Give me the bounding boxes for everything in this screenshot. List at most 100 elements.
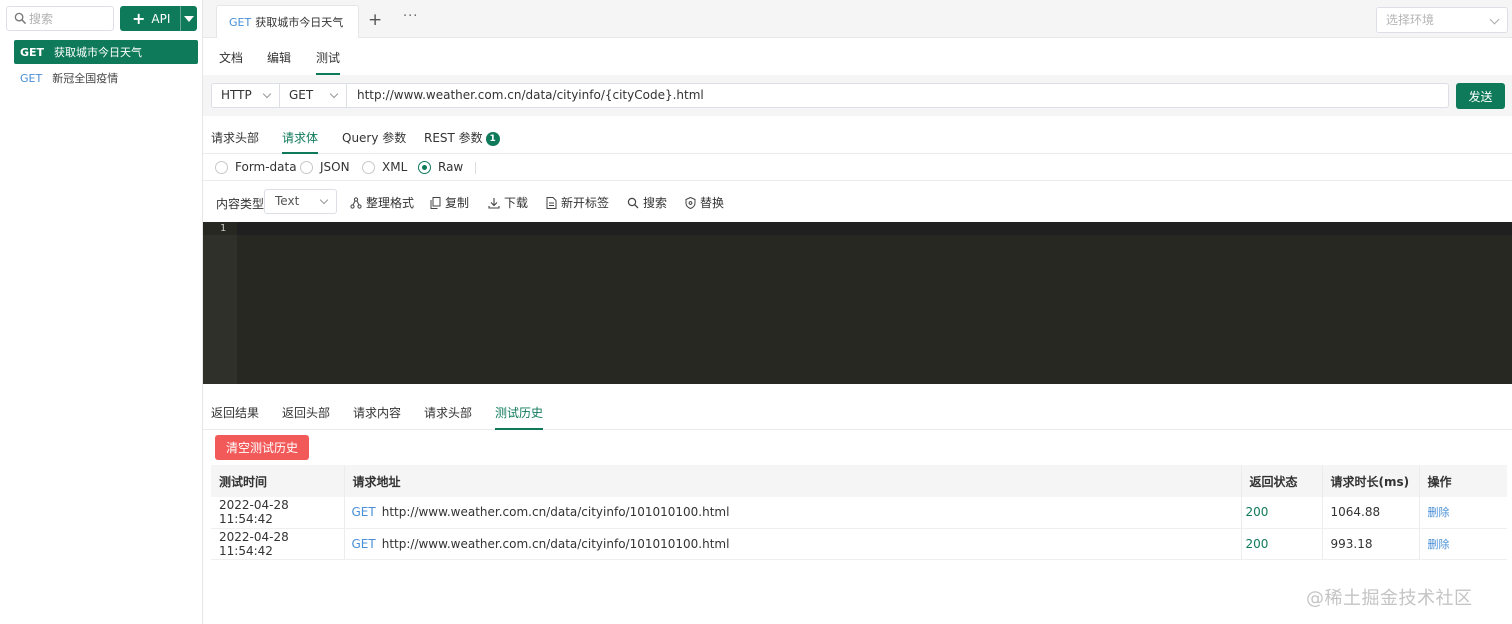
radio-xml[interactable]: XML xyxy=(362,160,407,174)
protocol-value: HTTP xyxy=(221,88,252,102)
method-label: GET xyxy=(229,15,252,29)
radio-circle xyxy=(362,160,375,174)
cell-url: GET http://www.weather.com.cn/data/cityin… xyxy=(344,528,1242,560)
url-text: http://www.weather.com.cn/data/cityinfo/… xyxy=(381,536,730,551)
copy-icon xyxy=(430,196,441,209)
cell-time: 2022-04-28 11:54:42 xyxy=(211,497,345,529)
format-label: 整理格式 xyxy=(366,196,415,210)
table-row[interactable]: 2022-04-28 11:54:42 GET http://www.weathe… xyxy=(211,497,1507,529)
sidebar-item-covid[interactable]: GET 新冠全国疫情 xyxy=(14,66,198,90)
tab-edit[interactable]: 编辑 xyxy=(267,49,291,75)
download-button[interactable]: 下载 xyxy=(488,194,528,211)
sidebar: + API GET 获取城市今日天气 GET 新冠全国疫情 xyxy=(0,0,203,624)
tab-request-body[interactable]: 请求体 xyxy=(282,129,319,154)
history-table: 测试时间 请求地址 返回状态 请求时长(ms) 操作 2022-04-28 11… xyxy=(211,465,1507,560)
radio-circle-selected xyxy=(418,160,431,174)
column-header-url: 请求地址 xyxy=(344,465,1242,497)
line-number: 1 xyxy=(220,223,227,234)
tab-test-history[interactable]: 测试历史 xyxy=(495,404,544,430)
content-type-label: 内容类型 xyxy=(216,197,265,211)
column-header-status: 返回状态 xyxy=(1241,465,1323,497)
response-tabs: 返回结果 返回头部 请求内容 请求头部 测试历史 xyxy=(203,394,1512,430)
cell-action: 删除 xyxy=(1419,528,1507,560)
tab-docs[interactable]: 文档 xyxy=(219,49,243,75)
request-tabs: 请求头部 请求体 Query 参数 REST 参数 1 xyxy=(203,116,1512,154)
method-select[interactable]: GET xyxy=(279,83,347,108)
column-header-time: 测试时间 xyxy=(211,465,345,497)
caret-down-icon xyxy=(184,15,194,22)
cell-status: 200 xyxy=(1241,528,1323,560)
delete-link[interactable]: 删除 xyxy=(1428,538,1450,551)
method-label: GET xyxy=(351,505,376,520)
clear-history-button[interactable]: 清空测试历史 xyxy=(215,435,309,460)
replace-button[interactable]: 替换 xyxy=(685,194,724,211)
active-line-highlight xyxy=(237,222,1512,235)
new-tab-button[interactable]: 新开标签 xyxy=(546,194,609,211)
add-api-main[interactable]: + API xyxy=(120,6,180,31)
replace-label: 替换 xyxy=(700,196,725,210)
tab-request-headers-log[interactable]: 请求头部 xyxy=(424,404,472,430)
content-type-select[interactable]: Text xyxy=(264,189,337,214)
method-label: GET xyxy=(20,45,45,59)
tab-request-content[interactable]: 请求内容 xyxy=(353,404,401,430)
chevron-down-icon xyxy=(1489,14,1500,25)
url-input[interactable]: http://www.weather.com.cn/data/cityinfo/… xyxy=(346,83,1449,108)
body-type-radios: Form-data JSON XML Raw xyxy=(203,154,1512,181)
chevron-down-icon xyxy=(262,89,272,99)
search-button[interactable]: 搜索 xyxy=(627,194,667,211)
radio-json[interactable]: JSON xyxy=(300,160,350,174)
editor-toolbar: 内容类型 Text 整理格式 复制 下载 新开标签 搜索 替换 xyxy=(203,181,1512,222)
cell-time: 2022-04-28 11:54:42 xyxy=(211,528,345,560)
format-button[interactable]: 整理格式 xyxy=(350,194,414,211)
add-api-button[interactable]: + API xyxy=(120,6,197,31)
delete-link[interactable]: 删除 xyxy=(1428,506,1450,519)
tab-rest-params[interactable]: REST 参数 1 xyxy=(424,129,500,154)
send-button[interactable]: 发送 xyxy=(1456,83,1505,109)
radio-raw[interactable]: Raw xyxy=(418,160,463,174)
rest-params-count-badge: 1 xyxy=(485,132,500,146)
api-name: 新冠全国疫情 xyxy=(52,72,119,85)
document-tab-bar: GET 获取城市今日天气 + ··· 选择环境 xyxy=(203,0,1512,38)
document-icon xyxy=(546,196,557,209)
sidebar-item-weather[interactable]: GET 获取城市今日天气 xyxy=(14,40,198,64)
doc-tab-weather[interactable]: GET 获取城市今日天气 xyxy=(216,5,359,38)
cell-action: 删除 xyxy=(1419,497,1507,529)
radio-label: Form-data xyxy=(235,160,297,174)
format-icon xyxy=(350,196,362,209)
protocol-select[interactable]: HTTP xyxy=(211,83,280,108)
search-icon xyxy=(627,197,639,208)
method-label: GET xyxy=(351,536,376,551)
rest-params-label: REST 参数 xyxy=(424,131,483,145)
cell-duration: 1064.88 xyxy=(1322,497,1420,529)
search-box[interactable] xyxy=(6,6,114,31)
method-label: GET xyxy=(20,71,43,85)
code-editor[interactable]: 1 xyxy=(203,222,1512,384)
request-url-bar: HTTP GET http://www.weather.com.cn/data/… xyxy=(203,75,1512,116)
shield-icon xyxy=(685,196,696,209)
tab-response-headers[interactable]: 返回头部 xyxy=(282,404,330,430)
search-input[interactable] xyxy=(29,10,109,27)
radio-label: XML xyxy=(382,160,408,174)
chevron-down-icon xyxy=(319,195,329,205)
add-api-label: API xyxy=(151,11,171,26)
tab-response-result[interactable]: 返回结果 xyxy=(211,404,259,430)
more-icon[interactable]: ··· xyxy=(403,9,418,24)
radio-label: JSON xyxy=(320,160,350,174)
new-tab-plus-icon[interactable]: + xyxy=(368,10,382,30)
copy-button[interactable]: 复制 xyxy=(430,194,469,211)
radio-form-data[interactable]: Form-data xyxy=(215,160,297,174)
divider xyxy=(475,162,476,174)
cell-url: GET http://www.weather.com.cn/data/cityin… xyxy=(344,497,1242,529)
download-label: 下载 xyxy=(504,196,529,210)
cell-duration: 993.18 xyxy=(1322,528,1420,560)
table-row[interactable]: 2022-04-28 11:54:42 GET http://www.weathe… xyxy=(211,528,1507,560)
method-value: GET xyxy=(289,88,314,102)
tab-test[interactable]: 测试 xyxy=(316,49,341,75)
environment-select[interactable]: 选择环境 xyxy=(1376,7,1508,33)
doc-tab-title: 获取城市今日天气 xyxy=(255,16,344,29)
tab-query-params[interactable]: Query 参数 xyxy=(342,129,406,154)
view-tabs: 文档 编辑 测试 xyxy=(203,38,1512,75)
new-tab-label: 新开标签 xyxy=(561,196,610,210)
tab-request-headers[interactable]: 请求头部 xyxy=(211,129,259,154)
add-api-dropdown[interactable] xyxy=(181,15,197,22)
